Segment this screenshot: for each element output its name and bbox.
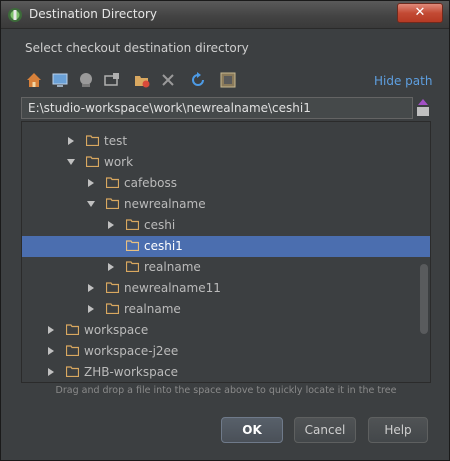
tree-node-label: test [104,134,128,148]
hide-path-link[interactable]: Hide path [374,74,432,88]
tree-node-newrealname[interactable]: newrealname [22,194,430,215]
chevron-right-icon[interactable] [66,136,76,146]
tree-node-label: ceshi1 [144,239,183,253]
tree-node-ceshi[interactable]: ceshi [22,215,430,236]
tree-node-realname[interactable]: realname [22,257,430,278]
directory-tree[interactable]: test work cafeboss newrealname ceshi ces… [21,121,431,383]
tree-node-workspace[interactable]: workspace [22,320,430,341]
project-icon[interactable] [77,71,95,89]
title-bar[interactable]: Destination Directory ✕ [1,1,449,29]
ok-button[interactable]: OK [221,417,283,443]
home-icon[interactable] [25,71,43,89]
tree-node-newrealname11[interactable]: newrealname11 [22,278,430,299]
file-chooser-toolbar [25,71,425,91]
refresh-icon[interactable] [189,71,207,89]
tree-node-work[interactable]: work [22,152,430,173]
drag-drop-hint: Drag and drop a file into the space abov… [55,385,397,396]
chevron-right-icon[interactable] [46,346,56,356]
folder-icon [66,324,79,335]
folder-icon [126,219,139,230]
folder-icon [126,261,139,272]
chevron-down-icon[interactable] [66,157,76,167]
delete-icon[interactable] [159,71,177,89]
path-field[interactable]: E:\studio-workspace\work\newrealname\ces… [21,97,413,119]
tree-node-label: ZHB-workspace [84,365,179,379]
path-value: E:\studio-workspace\work\newrealname\ces… [28,101,311,115]
tree-node-label: work [104,155,134,169]
tree-node-label: realname [124,302,181,316]
tree-scrollbar-thumb[interactable] [420,264,428,334]
tree-node-test[interactable]: test [22,131,430,152]
tree-node-label: workspace [84,323,149,337]
desktop-icon[interactable] [51,71,69,89]
chevron-right-icon[interactable] [86,304,96,314]
folder-icon [106,282,119,293]
module-icon[interactable] [103,71,121,89]
show-hidden-icon[interactable] [219,71,237,89]
folder-icon [66,345,79,356]
cancel-button[interactable]: Cancel [294,417,356,443]
tree-node-label: ceshi [144,218,176,232]
chevron-right-icon[interactable] [46,367,56,377]
folder-icon [106,303,119,314]
path-history-icon[interactable] [414,98,432,118]
folder-icon [106,198,119,209]
dialog-subtitle: Select checkout destination directory [25,41,249,55]
close-button[interactable]: ✕ [397,3,443,23]
folder-icon [126,240,139,251]
window-title: Destination Directory [29,7,157,21]
folder-icon [106,177,119,188]
chevron-right-icon[interactable] [106,262,116,272]
android-studio-icon [8,8,22,22]
tree-node-zhb-workspace[interactable]: ZHB-workspace [22,362,430,382]
chevron-right-icon[interactable] [106,220,116,230]
folder-icon [86,156,99,167]
tree-node-label: realname [144,260,201,274]
chevron-right-icon[interactable] [86,178,96,188]
tree-node-cafeboss[interactable]: cafeboss [22,173,430,194]
destination-directory-dialog: Destination Directory ✕ Select checkout … [0,0,450,461]
help-button[interactable]: Help [368,417,428,443]
chevron-right-icon[interactable] [86,283,96,293]
folder-icon [66,366,79,377]
folder-icon [86,135,99,146]
tree-node-label: workspace-j2ee [84,344,179,358]
tree-node-label: newrealname11 [124,281,221,295]
tree-node-label: cafeboss [124,176,178,190]
tree-node-workspace-j2ee[interactable]: workspace-j2ee [22,341,430,362]
chevron-right-icon[interactable] [46,325,56,335]
tree-node-realname-work[interactable]: realname [22,299,430,320]
new-folder-icon[interactable] [133,71,151,89]
tree-node-label: newrealname [124,197,206,211]
chevron-down-icon[interactable] [86,199,96,209]
tree-node-ceshi1[interactable]: ceshi1 [22,236,430,257]
